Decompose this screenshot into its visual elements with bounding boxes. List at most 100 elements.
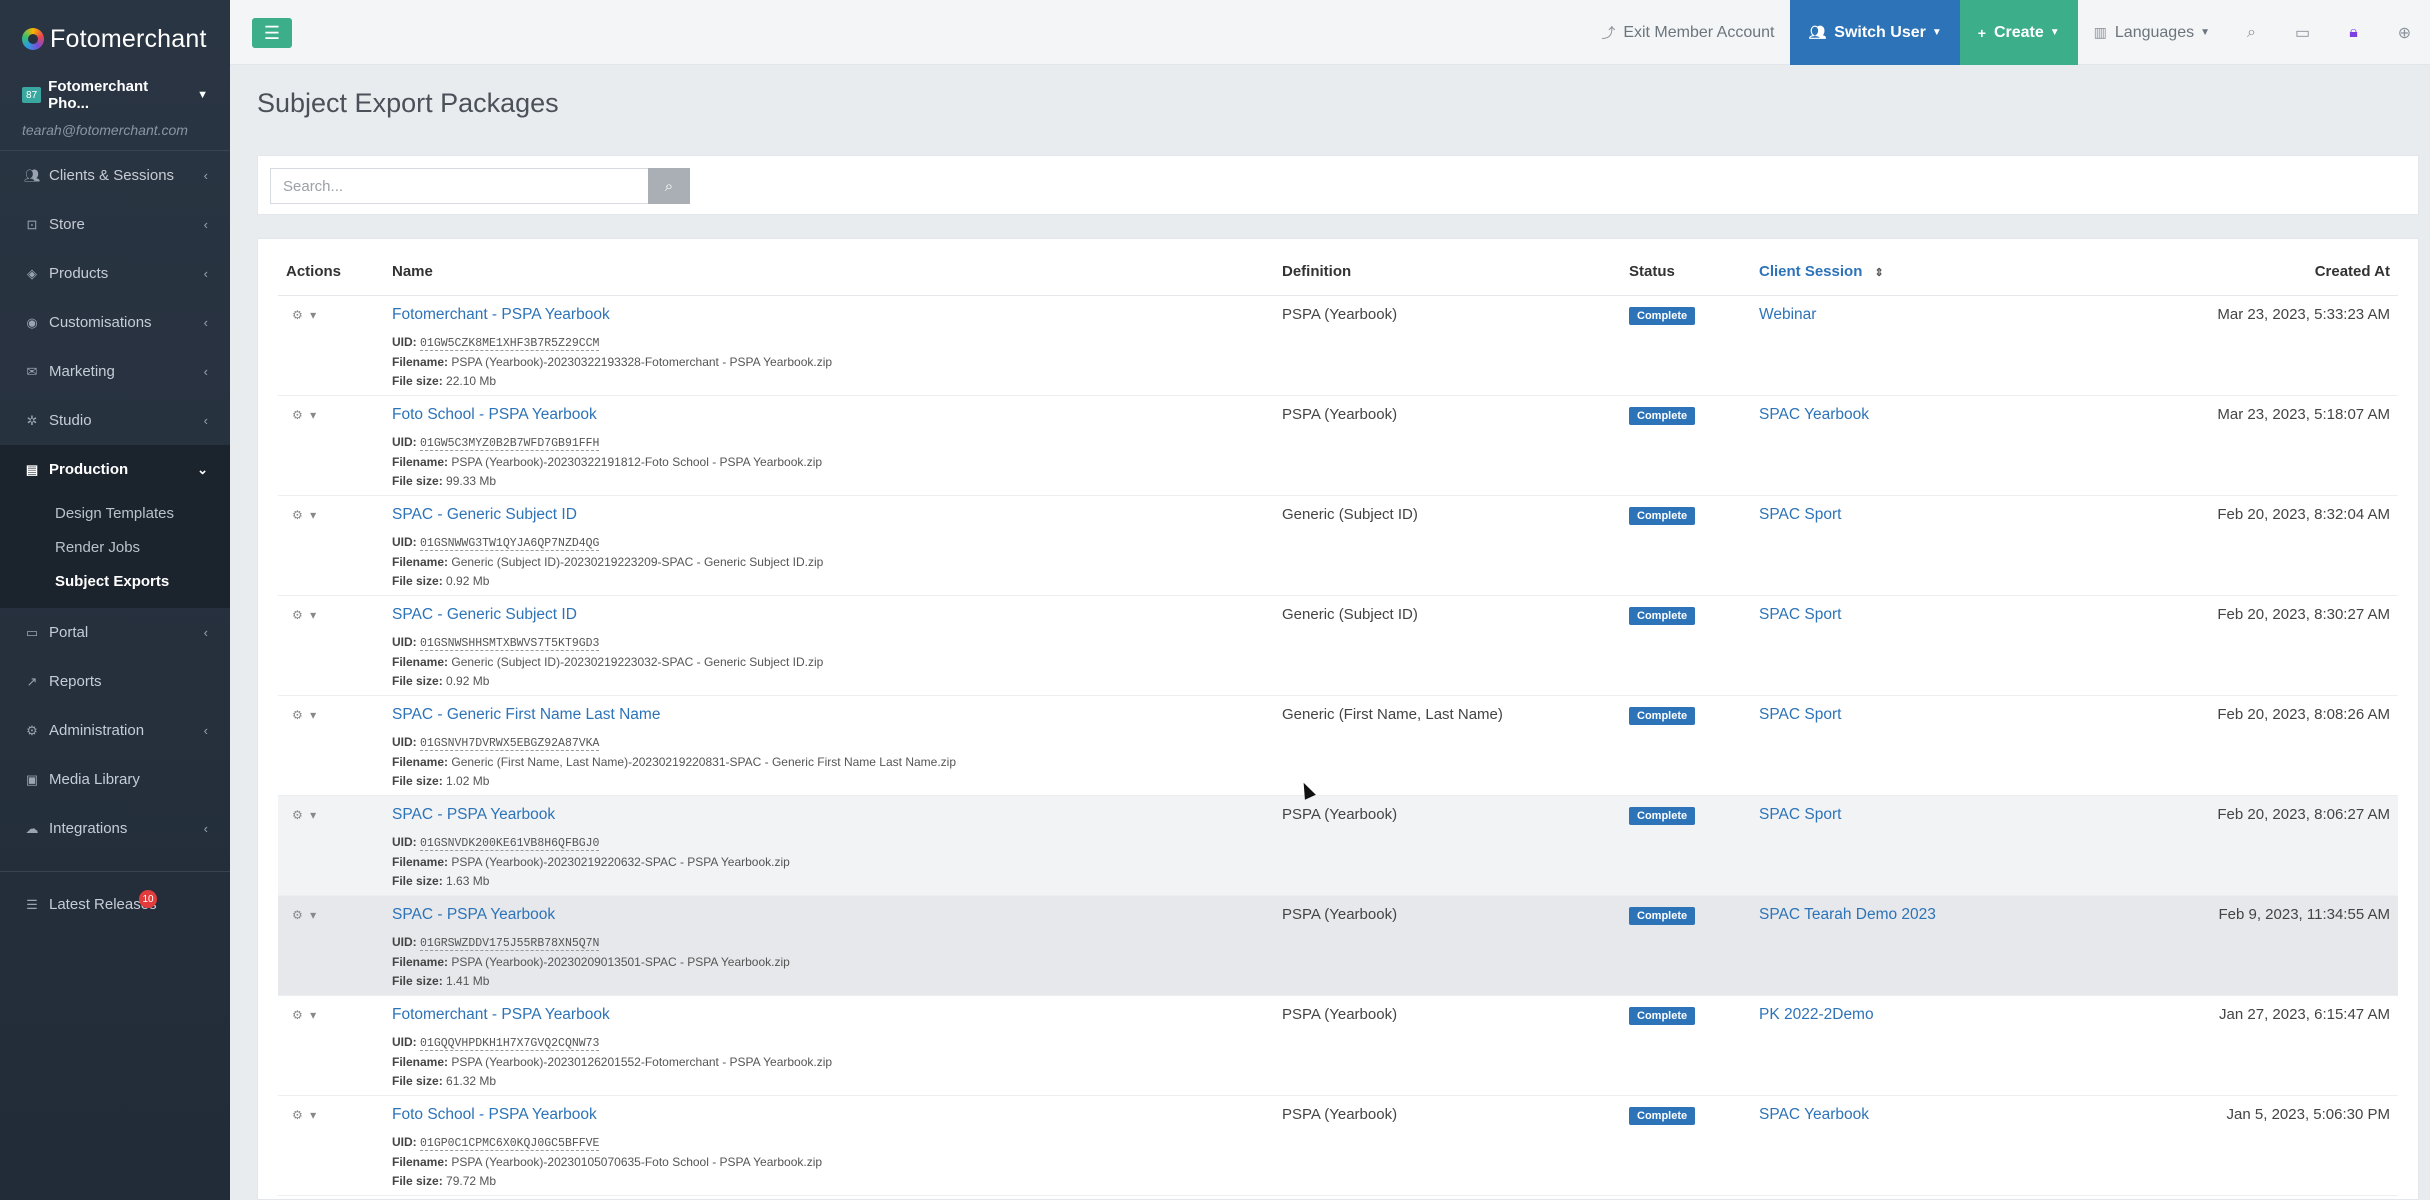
uid-label: UID: [392, 1034, 417, 1049]
sidebar-item-integrations[interactable]: ☁ Integrations ‹ [0, 804, 230, 853]
package-name-link[interactable]: Foto School - PSPA Yearbook [392, 406, 1266, 424]
cart-icon: ⊡ [26, 216, 38, 232]
status-badge: Complete [1629, 1106, 1696, 1125]
uid-value[interactable]: 01GW5CZK8ME1XHF3B7R5Z29CCM [420, 336, 600, 351]
switch-user-button[interactable]: 👥︎ Switch User ▼ [1790, 0, 1960, 65]
row-actions-button[interactable]: ⚙ ▾ [292, 1108, 318, 1122]
client-session-link[interactable]: Webinar [1759, 306, 1816, 323]
actions-cell: ⚙ ▾ [278, 295, 384, 396]
row-actions-button[interactable]: ⚙ ▾ [292, 308, 318, 322]
sidebar-subitem-design-templates[interactable]: Design Templates [0, 496, 230, 530]
display-button[interactable]: ▭ [2277, 0, 2328, 65]
row-actions-button[interactable]: ⚙ ▾ [292, 1008, 318, 1022]
filename-value: Generic (Subject ID)-20230219223209-SPAC… [451, 554, 824, 569]
sidebar-item-label: Store [49, 216, 85, 233]
client-session-link[interactable]: SPAC Sport [1759, 806, 1841, 823]
uid-line: UID: 01GSNVH7DVRWX5EBGZ92A87VKA [392, 733, 1266, 753]
name-cell: SPAC - PSPA Yearbook UID: 01GRSWZDDV175J5… [384, 895, 1274, 996]
export-packages-panel: Actions Name Definition Status Client Se… [257, 238, 2419, 1200]
client-session-link[interactable]: SPAC Tearah Demo 2023 [1759, 906, 1936, 923]
uid-value[interactable]: 01GRSWZDDV175J55RB78XN5Q7N [420, 936, 600, 951]
search-submit-button[interactable]: ⌕ [648, 168, 690, 204]
client-session-link[interactable]: SPAC Yearbook [1759, 1106, 1869, 1123]
envelope-icon: ✉ [26, 363, 38, 379]
package-name-link[interactable]: Foto School - PSPA Yearbook [392, 1106, 1266, 1124]
uid-value[interactable]: 01GSNWSHHSMTXBWVS7T5KT9GD3 [420, 636, 600, 651]
filename-value: Generic (First Name, Last Name)-20230219… [451, 754, 956, 769]
filesize-label: File size: [392, 1173, 443, 1188]
package-name-link[interactable]: Fotomerchant - PSPA Yearbook [392, 1006, 1266, 1024]
filename-value: PSPA (Yearbook)-20230105070635-Foto Scho… [451, 1154, 823, 1169]
filename-label: Filename: [392, 654, 449, 669]
definition-cell: PSPA (Yearbook) [1274, 1095, 1621, 1196]
package-name-link[interactable]: SPAC - PSPA Yearbook [392, 806, 1266, 824]
filesize-line: File size: 0.92 Mb [392, 572, 1266, 591]
package-name-link[interactable]: Fotomerchant - PSPA Yearbook [392, 306, 1266, 324]
package-name-link[interactable]: SPAC - Generic First Name Last Name [392, 706, 1266, 724]
sidebar-subitem-subject-exports[interactable]: Subject Exports [0, 564, 230, 598]
sidebar-item-studio[interactable]: ✲ Studio ‹ [0, 396, 230, 445]
lock-button[interactable]: 🔒︎ [2328, 0, 2379, 65]
row-actions-button[interactable]: ⚙ ▾ [292, 408, 318, 422]
table-row: ⚙ ▾ SPAC - Generic First Name Last Name UI… [278, 695, 2398, 796]
filesize-line: File size: 0.92 Mb [392, 672, 1266, 691]
topbar-actions: ⤴ Exit Member Account 👥︎ Switch User ▼ +… [1585, 0, 2430, 65]
package-name-link[interactable]: SPAC - Generic Subject ID [392, 506, 1266, 524]
sidebar-item-products[interactable]: ◈ Products ‹ [0, 249, 230, 298]
sidebar-item-store[interactable]: ⊡ Store ‹ [0, 200, 230, 249]
exit-label: Exit Member Account [1623, 23, 1775, 41]
client-session-cell: SPAC Yearbook [1751, 395, 2081, 496]
sidebar-item-portal[interactable]: ▭ Portal ‹ [0, 608, 230, 657]
brand[interactable]: Fotomerchant [0, 0, 230, 78]
filename-label: Filename: [392, 1054, 449, 1069]
uid-value[interactable]: 01GP0C1CPMC6X0KQJ0GC5BFFVE [420, 1136, 600, 1151]
chevron-left-icon: ‹ [203, 364, 208, 379]
account-switcher[interactable]: 87 Fotomerchant Pho... ▼ tearah@fotomerc… [0, 78, 230, 150]
uid-value[interactable]: 01GSNWWG3TW1QYJA6QP7NZD4QG [420, 536, 600, 551]
row-actions-button[interactable]: ⚙ ▾ [292, 608, 318, 622]
client-session-link[interactable]: SPAC Sport [1759, 706, 1841, 723]
status-badge: Complete [1629, 806, 1696, 825]
filesize-value: 22.10 Mb [446, 373, 497, 388]
sidebar-item-marketing[interactable]: ✉ Marketing ‹ [0, 347, 230, 396]
column-header-client-session[interactable]: Client Session ⇕ [1751, 239, 2081, 296]
package-name-link[interactable]: SPAC - PSPA Yearbook [392, 906, 1266, 924]
row-actions-button[interactable]: ⚙ ▾ [292, 508, 318, 522]
sidebar-item-label: Products [49, 265, 109, 282]
globe-button[interactable]: ⊕ [2379, 0, 2430, 65]
client-session-link[interactable]: SPAC Yearbook [1759, 406, 1869, 423]
gear-icon: ⚙ [26, 722, 38, 738]
client-session-link[interactable]: PK 2022-2Demo [1759, 1006, 1874, 1023]
create-button[interactable]: + Create ▼ [1959, 0, 2078, 65]
definition-cell: PSPA (Yearbook) [1274, 395, 1621, 496]
sidebar-item-reports[interactable]: ↗ Reports [0, 657, 230, 706]
sidebar-item-clients-sessions[interactable]: 👥︎ Clients & Sessions ‹ [0, 151, 230, 200]
client-session-link[interactable]: SPAC Sport [1759, 506, 1841, 523]
sidebar-item-production[interactable]: ▤ Production ⌄ [0, 445, 230, 494]
search-button[interactable]: ⌕ [2226, 0, 2277, 65]
client-session-link[interactable]: SPAC Sport [1759, 606, 1841, 623]
actions-cell: ⚙ ▾ [278, 1095, 384, 1196]
uid-label: UID: [392, 1134, 417, 1149]
sidebar-item-label: Media Library [49, 771, 140, 788]
uid-value[interactable]: 01GSNVH7DVRWX5EBGZ92A87VKA [420, 736, 600, 751]
package-name-link[interactable]: SPAC - Generic Subject ID [392, 606, 1266, 624]
uid-value[interactable]: 01GW5C3MYZ0B2B7WFD7GB91FFH [420, 436, 600, 451]
client-session-cell: SPAC Sport [1751, 595, 2081, 696]
row-actions-button[interactable]: ⚙ ▾ [292, 908, 318, 922]
row-actions-button[interactable]: ⚙ ▾ [292, 708, 318, 722]
filesize-line: File size: 61.32 Mb [392, 1072, 1266, 1091]
sidebar-subitem-render-jobs[interactable]: Render Jobs [0, 530, 230, 564]
row-actions-button[interactable]: ⚙ ▾ [292, 808, 318, 822]
languages-dropdown[interactable]: ▥ Languages ▼ [2078, 0, 2226, 65]
uid-value[interactable]: 01GQQVHPDKH1H7X7GVQ2CQNW73 [420, 1036, 600, 1051]
uid-value[interactable]: 01GSNVDK200KE61VB8H6QFBGJ0 [420, 836, 600, 851]
sidebar-item-customisations[interactable]: ◉ Customisations ‹ [0, 298, 230, 347]
search-input[interactable] [270, 168, 650, 204]
sidebar-item-media-library[interactable]: ▣ Media Library [0, 755, 230, 804]
menu-toggle-button[interactable]: ☰ [252, 18, 292, 48]
sidebar-item-latest-releases[interactable]: ☰ Latest Releases 10 [0, 880, 230, 929]
exit-member-account-link[interactable]: ⤴ Exit Member Account [1585, 0, 1790, 65]
sidebar-item-administration[interactable]: ⚙ Administration ‹ [0, 706, 230, 755]
filesize-value: 79.72 Mb [446, 1173, 497, 1188]
